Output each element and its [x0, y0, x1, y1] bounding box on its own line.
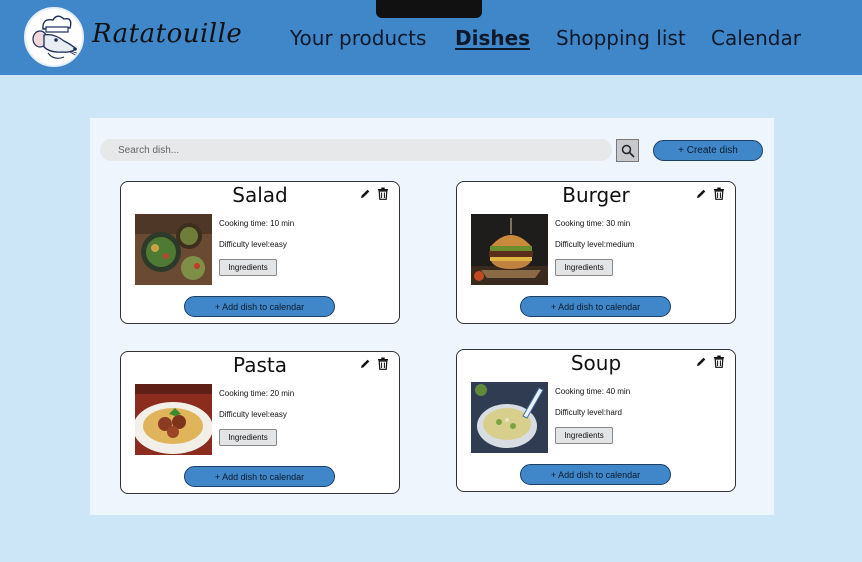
add-to-calendar-button[interactable]: + Add dish to calendar	[184, 296, 335, 317]
cooking-time: Cooking time: 20 min	[219, 389, 295, 398]
cooking-time: Cooking time: 10 min	[219, 219, 295, 228]
difficulty-level: Difficulty level:easy	[219, 240, 287, 249]
add-to-calendar-button[interactable]: + Add dish to calendar	[184, 466, 335, 487]
difficulty-level: Difficulty level:hard	[555, 408, 622, 417]
nav-calendar[interactable]: Calendar	[711, 26, 801, 50]
dish-card-burger: Burger Cooking time: 30 min Difficulty l…	[456, 181, 736, 324]
dish-name: Burger	[562, 183, 630, 207]
difficulty-level: Difficulty level:medium	[555, 240, 635, 249]
nav-your-products[interactable]: Your products	[290, 26, 426, 50]
ingredients-button[interactable]: Ingredients	[219, 259, 277, 276]
card-actions	[359, 187, 389, 200]
salad-photo	[135, 214, 212, 285]
trash-icon[interactable]	[713, 355, 725, 368]
trash-icon[interactable]	[713, 187, 725, 200]
difficulty-level: Difficulty level:easy	[219, 410, 287, 419]
dish-name: Pasta	[233, 353, 287, 377]
pencil-icon[interactable]	[695, 355, 707, 368]
card-actions	[695, 355, 725, 368]
search-icon	[621, 144, 635, 158]
chef-mouse-logo[interactable]	[24, 7, 84, 67]
nav-dishes[interactable]: Dishes	[455, 26, 530, 50]
pencil-icon[interactable]	[695, 187, 707, 200]
trash-icon[interactable]	[377, 357, 389, 370]
card-actions	[695, 187, 725, 200]
dish-card-salad: Salad Cooking time: 10 min Difficulty le…	[120, 181, 400, 324]
pencil-icon[interactable]	[359, 357, 371, 370]
card-actions	[359, 357, 389, 370]
pencil-icon[interactable]	[359, 187, 371, 200]
brand-name: Ratatouille	[92, 19, 243, 49]
cooking-time: Cooking time: 30 min	[555, 219, 631, 228]
ingredients-button[interactable]: Ingredients	[555, 259, 613, 276]
search-input[interactable]	[100, 139, 612, 161]
trash-icon[interactable]	[377, 187, 389, 200]
create-dish-button[interactable]: + Create dish	[653, 140, 763, 161]
add-to-calendar-button[interactable]: + Add dish to calendar	[520, 464, 671, 485]
dish-card-pasta: Pasta Cooking time: 20 min Difficulty le…	[120, 351, 400, 494]
ingredients-button[interactable]: Ingredients	[219, 429, 277, 446]
camera-notch	[376, 0, 482, 18]
pasta-photo	[135, 384, 212, 455]
soup-photo	[471, 382, 548, 453]
nav-shopping-list[interactable]: Shopping list	[556, 26, 686, 50]
dish-name: Soup	[570, 351, 622, 375]
add-to-calendar-button[interactable]: + Add dish to calendar	[520, 296, 671, 317]
cooking-time: Cooking time: 40 min	[555, 387, 631, 396]
search-button[interactable]	[616, 139, 639, 162]
dish-name: Salad	[232, 183, 288, 207]
ingredients-button[interactable]: Ingredients	[555, 427, 613, 444]
top-header: Ratatouille Your products Dishes Shoppin…	[0, 0, 862, 75]
burger-photo	[471, 214, 548, 285]
dish-card-soup: Soup Cooking time: 40 min Difficulty lev…	[456, 349, 736, 492]
